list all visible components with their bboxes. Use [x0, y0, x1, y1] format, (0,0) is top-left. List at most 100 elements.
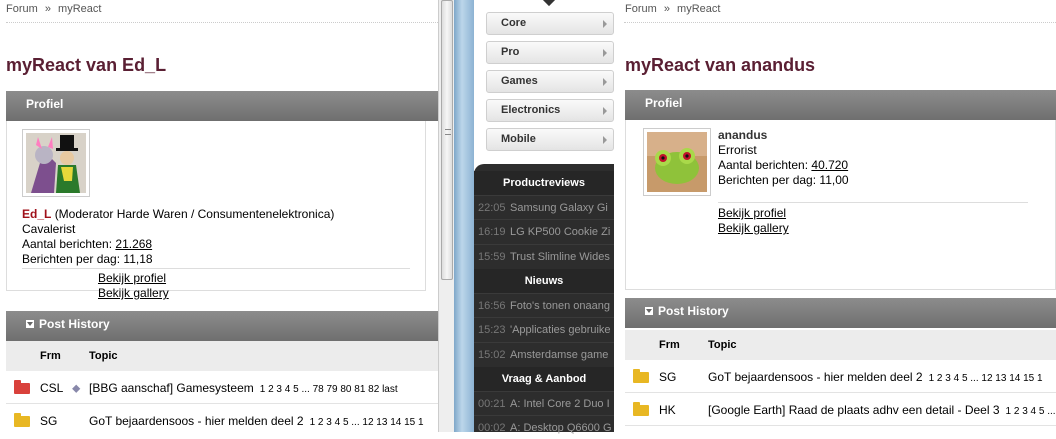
news-text[interactable]: 'Applicaties gebruike [510, 324, 611, 336]
breadcrumb-divider [624, 22, 1056, 23]
profile-username[interactable]: anandus [718, 128, 1048, 143]
news-item[interactable]: 22:05 Samsung Galaxy Gi [474, 195, 614, 219]
posts-label: Aantal berichten: [718, 158, 809, 172]
row-pages[interactable]: 1 2 3 4 5 ... 12 13 14 15 1 [929, 373, 1043, 384]
profile-role: (Moderator Harde Waren / Consumentenelek… [54, 207, 335, 221]
breadcrumb-myreact-link[interactable]: myReact [58, 3, 101, 15]
page-title: myReact van Ed_L [6, 55, 167, 75]
profile-links: Bekijk profiel Bekijk gallery [98, 271, 169, 301]
breadcrumb-separator: » [44, 3, 51, 15]
perday-label: Berichten per dag: [718, 173, 817, 187]
section-vraag-aanbod-title[interactable]: Vraag & Aanbod [474, 367, 614, 391]
news-text[interactable]: Samsung Galaxy Gi [510, 202, 608, 214]
menu-core-button[interactable]: Core [486, 12, 614, 35]
right-profile-pane: Forum » myReact myReact van anandus Prof… [618, 0, 1056, 432]
table-row: CSL ⬥ [BBG aanschaf] Gamesysteem 1 2 3 4 … [6, 372, 438, 404]
posts-count-link[interactable]: 40.720 [811, 158, 848, 172]
news-panel: Productreviews 22:05 Samsung Galaxy Gi 16… [474, 164, 614, 434]
news-text[interactable]: A: Intel Core 2 Duo I [510, 398, 610, 410]
menu-pointer-icon [541, 0, 557, 7]
breadcrumb: Forum » myReact [625, 3, 720, 15]
left-scrollbar[interactable] [438, 0, 454, 432]
news-text[interactable]: A: Desktop Q6600 G [510, 422, 612, 434]
posts-count-link[interactable]: 21.268 [115, 237, 152, 251]
menu-pro-button[interactable]: Pro [486, 41, 614, 64]
post-history-header[interactable]: Post History [625, 298, 1056, 328]
news-item[interactable]: 16:19 LG KP500 Cookie Zi [474, 219, 614, 243]
folder-icon [633, 402, 649, 416]
profile-links: Bekijk profiel Bekijk gallery [718, 206, 789, 236]
col-topic: Topic [708, 339, 737, 351]
page-title: myReact van anandus [625, 55, 816, 75]
news-time: 00:02 [478, 422, 506, 434]
profile-username[interactable]: Ed_L [22, 207, 51, 221]
perday-value: 11,18 [123, 252, 153, 266]
view-gallery-link[interactable]: Bekijk gallery [718, 221, 789, 235]
row-pages[interactable]: 1 2 3 4 5 ... [1006, 406, 1056, 417]
profile-divider [22, 268, 410, 269]
news-text[interactable]: Amsterdamse game [510, 349, 608, 361]
menu-games-button[interactable]: Games [486, 70, 614, 93]
scrollbar-thumb[interactable] [441, 0, 453, 280]
view-profile-link[interactable]: Bekijk profiel [98, 271, 166, 285]
grip-icon [445, 129, 451, 135]
breadcrumb-myreact-link[interactable]: myReact [677, 3, 720, 15]
section-productreviews-title[interactable]: Productreviews [474, 171, 614, 195]
menu-electronics-button[interactable]: Electronics [486, 99, 614, 122]
posts-label: Aantal berichten: [22, 237, 113, 251]
breadcrumb: Forum » myReact [6, 3, 101, 15]
news-text[interactable]: LG KP500 Cookie Zi [510, 226, 610, 238]
folder-icon [633, 369, 649, 383]
row-topic-link[interactable]: [Google Earth] Raad de plaats adhv een d… [708, 403, 1000, 417]
news-item[interactable]: 15:23 'Applicaties gebruike [474, 317, 614, 341]
post-history-header[interactable]: Post History [6, 311, 438, 341]
profile-rank: Cavalerist [22, 222, 76, 236]
breadcrumb-separator: » [663, 3, 670, 15]
news-item[interactable]: 16:56 Foto's tonen onaang [474, 293, 614, 317]
site-menu-pane: Core Pro Games Electronics Mobile Produc… [474, 0, 614, 434]
avatar[interactable] [643, 128, 711, 196]
table-row: HK [Google Earth] Raad de plaats adhv ee… [625, 394, 1056, 426]
breadcrumb-forum-link[interactable]: Forum [625, 3, 657, 15]
post-history-title: Post History [658, 304, 729, 318]
news-item[interactable]: 00:21 A: Intel Core 2 Duo I [474, 391, 614, 415]
collapse-triangle-icon[interactable] [645, 307, 653, 315]
news-text[interactable]: Trust Slimline Wides [510, 251, 610, 263]
breadcrumb-forum-link[interactable]: Forum [6, 3, 38, 15]
view-profile-link[interactable]: Bekijk profiel [718, 206, 786, 220]
row-forum[interactable]: HK [659, 394, 676, 426]
row-topic-link[interactable]: [BBG aanschaf] Gamesysteem [89, 381, 254, 395]
row-forum[interactable]: SG [40, 405, 57, 432]
row-forum[interactable]: CSL [40, 372, 63, 404]
avatar-image [647, 132, 707, 192]
history-table-header: Frm Topic [625, 330, 1056, 360]
news-item[interactable]: 00:02 A: Desktop Q6600 G [474, 415, 614, 439]
desktop-background [454, 0, 474, 432]
row-topic-link[interactable]: GoT bejaardensoos - hier melden deel 2 [89, 414, 304, 428]
row-forum[interactable]: SG [659, 361, 676, 393]
news-text[interactable]: Foto's tonen onaang [510, 300, 610, 312]
folder-icon [14, 413, 30, 427]
news-item[interactable]: 15:02 Amsterdamse game [474, 342, 614, 366]
profile-info: Ed_L (Moderator Harde Waren / Consumente… [22, 207, 422, 267]
section-nieuws-title[interactable]: Nieuws [474, 269, 614, 293]
history-table-header: Frm Topic [6, 341, 438, 371]
row-topic-cell: [BBG aanschaf] Gamesysteem 1 2 3 4 5 ... … [89, 372, 398, 406]
collapse-triangle-icon[interactable] [26, 320, 34, 328]
view-gallery-link[interactable]: Bekijk gallery [98, 286, 169, 300]
row-pages[interactable]: 1 2 3 4 5 ... 78 79 80 81 82 last [260, 384, 398, 395]
news-item[interactable]: 15:59 Trust Slimline Wides [474, 244, 614, 268]
col-topic: Topic [89, 350, 118, 362]
profile-rank: Errorist [718, 143, 757, 157]
profile-divider [718, 202, 1028, 203]
avatar[interactable] [22, 129, 90, 197]
profile-header: Profiel [6, 91, 438, 121]
profile-box: anandus Errorist Aantal berichten: 40.72… [625, 120, 1056, 290]
row-topic-link[interactable]: GoT bejaardensoos - hier melden deel 2 [708, 370, 923, 384]
menu-mobile-button[interactable]: Mobile [486, 128, 614, 151]
news-time: 15:02 [478, 349, 506, 361]
row-topic-cell: GoT bejaardensoos - hier melden deel 2 1 … [89, 405, 424, 432]
perday-value: 11,00 [819, 173, 849, 187]
row-pages[interactable]: 1 2 3 4 5 ... 12 13 14 15 1 [310, 417, 424, 428]
row-topic-cell: [Google Earth] Raad de plaats adhv een d… [708, 394, 1056, 428]
